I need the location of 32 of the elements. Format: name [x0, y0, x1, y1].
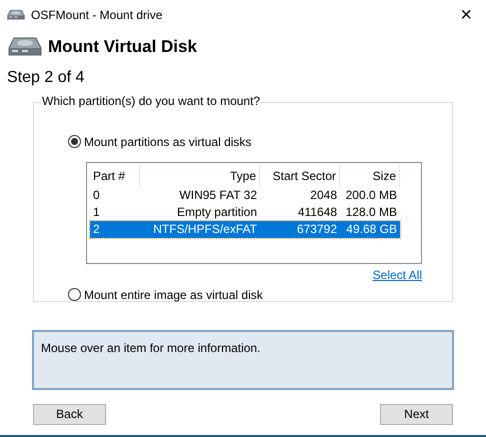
- table-cell-text: 200.0 MB: [344, 187, 398, 204]
- table-cell-text: 2: [92, 221, 101, 238]
- table-cell-text: 2048: [309, 187, 338, 204]
- close-button[interactable]: ×: [456, 5, 476, 25]
- table-cell-text: 411648: [296, 204, 338, 221]
- table-cell-text: WIN95 FAT 32: [178, 187, 258, 204]
- table-cell-text: Empty partition: [176, 204, 258, 221]
- table-row[interactable]: 2 NTFS/HPFS/exFAT 673792 49.68 GB: [90, 220, 400, 238]
- column-header[interactable]: Type: [140, 164, 260, 186]
- step-label: Step 2 of 4: [7, 68, 84, 88]
- column-header[interactable]: Part #: [90, 164, 140, 186]
- group-legend: Which partition(s) do you want to mount?: [41, 94, 262, 106]
- column-header[interactable]: Start Sector: [260, 164, 340, 186]
- info-text: Mouse over an item for more information.: [41, 340, 260, 354]
- wizard-button[interactable]: Next: [380, 404, 453, 424]
- drive-icon: [7, 9, 25, 21]
- table-cell-text: 1: [92, 204, 101, 221]
- table-row[interactable]: 0 WIN95 FAT 32 2048 200.0 MB: [90, 186, 400, 204]
- page-title: Mount Virtual Disk: [48, 36, 197, 58]
- column-header[interactable]: Size: [340, 164, 400, 186]
- select-all-link[interactable]: Select All: [372, 266, 422, 284]
- table-cell-text: 673792: [296, 221, 338, 238]
- table-row[interactable]: 1 Empty partition 411648 128.0 MB: [90, 204, 400, 220]
- table-cell-text: 49.68 GB: [345, 221, 398, 238]
- radio-option[interactable]: Mount entire image as virtual disk: [68, 286, 263, 304]
- wizard-button[interactable]: Back: [33, 404, 106, 424]
- window-title: OSFMount - Mount drive: [31, 7, 162, 24]
- drive-icon: [8, 36, 42, 58]
- table-cell-text: 128.0 MB: [344, 204, 398, 221]
- table-cell-text: NTFS/HPFS/exFAT: [152, 221, 258, 238]
- table-cell-text: 0: [92, 187, 101, 204]
- radio-option[interactable]: Mount partitions as virtual disks: [68, 132, 252, 150]
